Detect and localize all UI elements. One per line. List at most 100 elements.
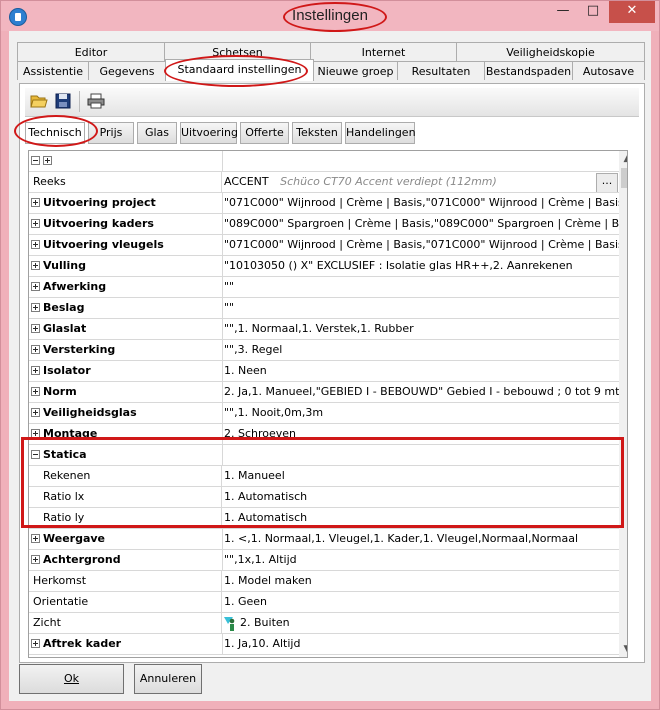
maximize-button[interactable]: □ <box>579 1 607 23</box>
grid-row[interactable]: Ratio lx 1. Automatisch <box>29 487 619 508</box>
grid-row[interactable]: Montage 2. Schroeven <box>29 424 619 445</box>
expand-icon[interactable] <box>31 302 40 312</box>
grid-row[interactable]: Norm 2. Ja,1. Manueel,"GEBIED I - BEBOUWD… <box>29 382 619 403</box>
property-name: Beslag <box>29 298 223 318</box>
title-bar[interactable]: Instellingen — □ ✕ <box>1 1 659 31</box>
expand-icon[interactable] <box>31 344 40 354</box>
property-value[interactable]: "089C000" Spargroen | Crème | Basis,"089… <box>224 214 619 234</box>
scroll-thumb[interactable] <box>621 168 627 188</box>
tab-editor[interactable]: Editor <box>17 42 165 61</box>
expand-icon[interactable] <box>31 533 40 543</box>
tab-veiligheidskopie[interactable]: Veiligheidskopie <box>456 42 645 61</box>
tab-gegevens[interactable]: Gegevens <box>88 61 166 80</box>
print-icon[interactable] <box>87 93 105 109</box>
property-value[interactable]: 2. Buiten <box>224 613 619 633</box>
grid-row[interactable]: Uitvoering kaders "089C000" Spargroen | C… <box>29 214 619 235</box>
grid-row[interactable]: Beslag "" <box>29 298 619 319</box>
property-value[interactable]: "" <box>224 277 619 297</box>
property-value[interactable] <box>224 445 619 465</box>
grid-row[interactable]: Uitvoering vleugels "071C000" Wijnrood | … <box>29 235 619 256</box>
expand-collapse-all[interactable] <box>29 151 223 171</box>
property-value[interactable]: 1. Neen <box>224 361 619 381</box>
expand-icon[interactable] <box>31 428 40 438</box>
grid-row[interactable]: Ratio ly 1. Automatisch <box>29 508 619 529</box>
grid-row[interactable]: Achtergrond "",1x,1. Altijd <box>29 550 619 571</box>
grid-row[interactable]: Herkomst 1. Model maken <box>29 571 619 592</box>
cancel-button[interactable]: Annuleren <box>134 664 202 694</box>
grid-row[interactable]: Orientatie 1. Geen <box>29 592 619 613</box>
expand-all-icon[interactable] <box>43 155 52 165</box>
grid-row[interactable]: Isolator 1. Neen <box>29 361 619 382</box>
grid-row[interactable]: Statica <box>29 445 619 466</box>
property-value-text: "" <box>224 301 235 314</box>
property-value[interactable]: 1. Ja,10. Altijd <box>224 634 619 654</box>
subtab-offerte[interactable]: Offerte <box>240 122 289 144</box>
tab-resultaten[interactable]: Resultaten <box>397 61 485 80</box>
expand-icon[interactable] <box>31 197 40 207</box>
property-value[interactable]: 1. Automatisch <box>224 508 619 528</box>
expand-icon[interactable] <box>31 218 40 228</box>
property-value[interactable]: 1. <,1. Normaal,1. Vleugel,1. Kader,1. V… <box>224 529 619 549</box>
grid-row[interactable]: Uitvoering project "071C000" Wijnrood | C… <box>29 193 619 214</box>
grid-row[interactable]: Zicht 2. Buiten <box>29 613 619 634</box>
tab-bestandspaden[interactable]: Bestandspaden <box>484 61 573 80</box>
property-value[interactable]: 2. Schroeven <box>224 424 619 444</box>
close-button[interactable]: ✕ <box>609 1 655 23</box>
grid-row[interactable]: Weergave 1. <,1. Normaal,1. Vleugel,1. Ka… <box>29 529 619 550</box>
property-value[interactable]: "",3. Regel <box>224 340 619 360</box>
property-name: Versterking <box>29 340 223 360</box>
subtab-uitvoering[interactable]: Uitvoering <box>180 122 238 144</box>
collapse-all-icon[interactable] <box>31 155 40 165</box>
scroll-up-arrow-icon[interactable]: ▲ <box>619 151 627 167</box>
browse-button[interactable]: ... <box>596 173 618 192</box>
property-value[interactable]: "10103050 () X" EXCLUSIEF : Isolatie gla… <box>224 256 619 276</box>
expand-icon[interactable] <box>31 407 40 417</box>
property-value[interactable]: 1. Manueel <box>224 466 619 486</box>
subtab-glas[interactable]: Glas <box>137 122 177 144</box>
subtab-handelingen[interactable]: Handelingen <box>345 122 416 144</box>
vertical-scrollbar[interactable]: ▲ ▼ <box>619 151 627 657</box>
expand-icon[interactable] <box>31 386 40 396</box>
grid-row[interactable]: Glaslat "",1. Normaal,1. Verstek,1. Rubbe… <box>29 319 619 340</box>
expand-icon[interactable] <box>31 260 40 270</box>
expand-icon[interactable] <box>31 323 40 333</box>
expand-icon[interactable] <box>31 638 40 648</box>
grid-row[interactable]: Versterking "",3. Regel <box>29 340 619 361</box>
save-icon[interactable] <box>55 93 73 109</box>
grid-row[interactable]: Rekenen 1. Manueel <box>29 466 619 487</box>
property-value[interactable]: "",1x,1. Altijd <box>224 550 619 570</box>
collapse-icon[interactable] <box>31 449 40 459</box>
tab-assistentie[interactable]: Assistentie <box>17 61 89 80</box>
grid-row[interactable]: Afwerking "" <box>29 277 619 298</box>
subtab-technisch[interactable]: Technisch <box>25 122 85 144</box>
minimize-button[interactable]: — <box>549 1 577 23</box>
expand-icon[interactable] <box>31 365 40 375</box>
tab-nieuwe-groep[interactable]: Nieuwe groep <box>313 61 398 80</box>
subtab-prijs[interactable]: Prijs <box>88 122 134 144</box>
property-value[interactable]: "",1. Normaal,1. Verstek,1. Rubber <box>224 319 619 339</box>
scroll-down-arrow-icon[interactable]: ▼ <box>619 641 627 657</box>
tab-standaard-instellingen[interactable]: Standaard instellingen <box>165 59 314 81</box>
property-value[interactable]: 1. Automatisch <box>224 487 619 507</box>
grid-row[interactable]: Veiligheidsglas "",1. Nooit,0m,3m <box>29 403 619 424</box>
tab-autosave[interactable]: Autosave <box>572 61 645 80</box>
tab-internet[interactable]: Internet <box>310 42 457 61</box>
ok-button[interactable]: Ok <box>19 664 124 694</box>
expand-icon[interactable] <box>31 281 40 291</box>
property-value-text: 1. Automatisch <box>224 490 308 503</box>
subtab-teksten[interactable]: Teksten <box>292 122 342 144</box>
property-value[interactable]: "071C000" Wijnrood | Crème | Basis,"071C… <box>224 193 619 213</box>
grid-row[interactable]: Vulling "10103050 () X" EXCLUSIEF : Isola… <box>29 256 619 277</box>
property-value[interactable]: "",1. Nooit,0m,3m <box>224 403 619 423</box>
expand-icon[interactable] <box>31 554 40 564</box>
grid-row-reeks[interactable]: Reeks ACCENT Schüco CT70 Accent verdiept… <box>29 172 619 193</box>
property-value[interactable]: 2. Ja,1. Manueel,"GEBIED I - BEBOUWD" Ge… <box>224 382 619 402</box>
property-value[interactable]: "" <box>224 298 619 318</box>
property-value[interactable]: "071C000" Wijnrood | Crème | Basis,"071C… <box>224 235 619 255</box>
property-value[interactable]: 1. Geen <box>224 592 619 612</box>
grid-row[interactable]: Aftrek kader 1. Ja,10. Altijd <box>29 634 619 655</box>
expand-icon[interactable] <box>31 239 40 249</box>
property-value[interactable]: 1. Model maken <box>224 571 619 591</box>
open-folder-icon[interactable] <box>30 93 48 109</box>
property-value[interactable]: ACCENT Schüco CT70 Accent verdiept (112m… <box>224 172 619 192</box>
